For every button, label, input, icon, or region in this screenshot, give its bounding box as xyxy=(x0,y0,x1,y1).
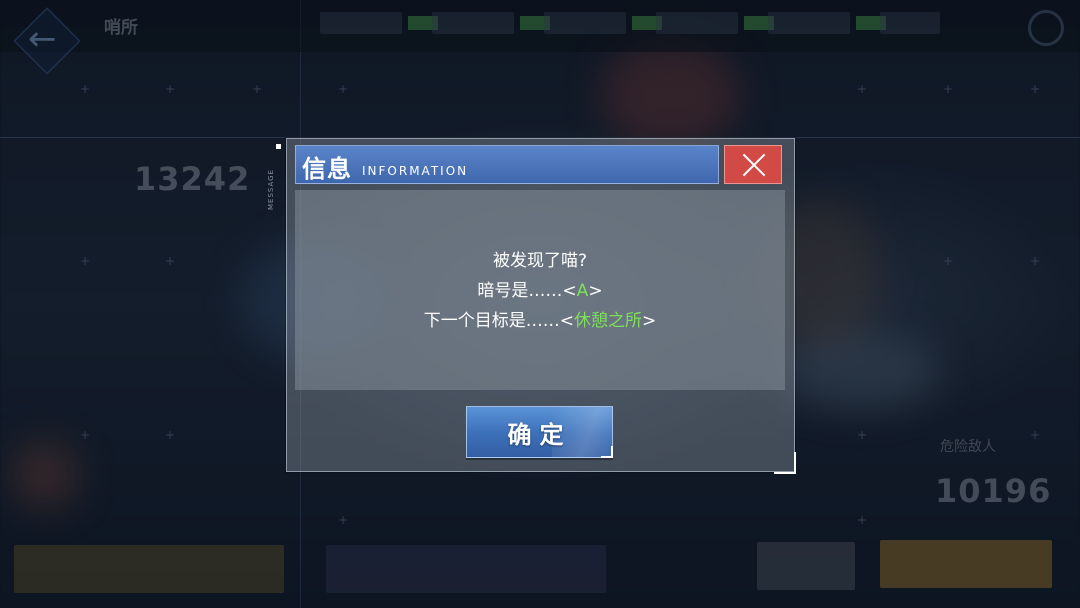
dialog-title: 信息 xyxy=(302,154,352,183)
button-corner-mark xyxy=(601,446,613,458)
dialog-side-tag: MESSAGE xyxy=(267,169,275,210)
close-button[interactable] xyxy=(724,145,782,184)
message-text: > xyxy=(642,311,657,331)
message-text: 暗号是……< xyxy=(477,281,577,301)
message-line-2: 暗号是……<A> xyxy=(295,280,785,302)
code-word: A xyxy=(576,281,589,301)
message-text: 被发现了喵? xyxy=(492,251,588,271)
dialog-title-bar: 信息 INFORMATION xyxy=(295,145,719,184)
confirm-button[interactable]: 确定 xyxy=(466,406,613,458)
message-text: 下一个目标是……< xyxy=(423,311,574,331)
message-text: > xyxy=(588,281,603,301)
message-line-3: 下一个目标是……<休憩之所> xyxy=(295,310,785,332)
dialog-corner-mark xyxy=(774,452,796,474)
dialog-corner-mark xyxy=(276,144,281,149)
message-panel: 被发现了喵? 暗号是……<A> 下一个目标是……<休憩之所> xyxy=(295,190,785,390)
confirm-label: 确定 xyxy=(507,419,572,449)
game-screen: + + + + + + + + + + + + + + + + + ← 哨所 1… xyxy=(0,0,1080,608)
target-name: 休憩之所 xyxy=(574,311,642,331)
close-icon xyxy=(742,153,766,177)
message-line-1: 被发现了喵? xyxy=(295,250,785,272)
dialog-title-en: INFORMATION xyxy=(362,164,469,178)
